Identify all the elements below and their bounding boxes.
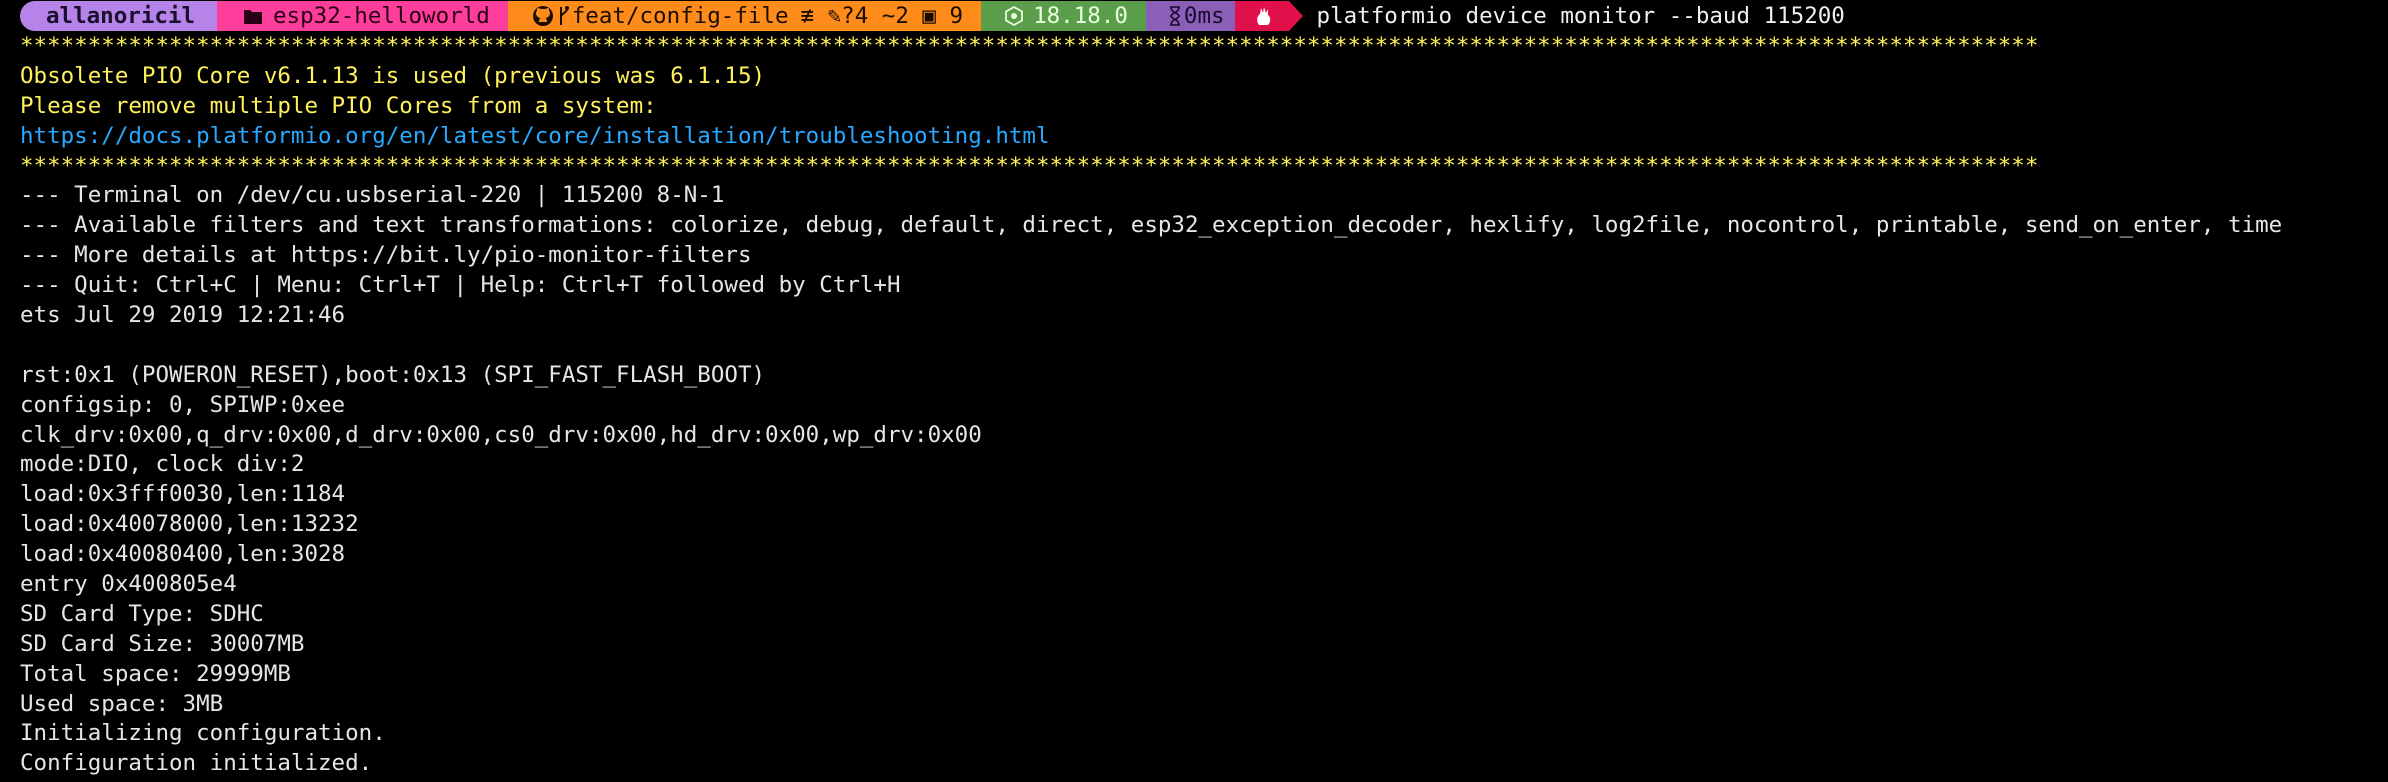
boot-log-line: load:0x40078000,len:13232 [20, 511, 359, 538]
github-icon [532, 5, 554, 27]
monitor-info-line: --- Terminal on /dev/cu.usbserial-220 | … [20, 182, 725, 209]
prompt-git-status: ≢ ✎?4 ~2 ▣ 9 [800, 3, 964, 29]
hourglass-icon [1168, 6, 1182, 26]
boot-log-line: configsip: 0, SPIWP:0xee [20, 391, 346, 418]
shell-prompt: allanoricil esp32-helloworld feat/config… [0, 0, 2388, 32]
troubleshooting-link[interactable]: https://docs.platformio.org/en/latest/co… [20, 122, 2388, 152]
app-log-line: Initializing configuration. [20, 720, 386, 747]
boot-log-line: load:0x40080400,len:3028 [20, 541, 346, 568]
boot-log-line: clk_drv:0x00,q_drv:0x00,d_drv:0x00,cs0_d… [20, 421, 982, 448]
prompt-shell-segment [1234, 1, 1289, 31]
shell-icon [1255, 6, 1273, 26]
prompt-git-segment: feat/config-file ≢ ✎?4 ~2 ▣ 9 [507, 1, 982, 31]
folder-icon [243, 7, 263, 25]
terminal-window[interactable]: allanoricil esp32-helloworld feat/config… [0, 0, 2388, 782]
app-log-line: SD Card Type: SDHC [20, 600, 264, 627]
boot-log-line: load:0x3fff0030,len:1184 [20, 481, 346, 508]
prompt-directory: esp32-helloworld [273, 3, 490, 29]
nodejs-icon [1005, 6, 1023, 26]
prompt-user: allanoricil [46, 3, 196, 29]
branch-icon [558, 5, 570, 27]
boot-log-line: ets Jul 29 2019 12:21:46 [20, 302, 346, 329]
monitor-info-line: --- Quit: Ctrl+C | Menu: Ctrl+T | Help: … [20, 272, 901, 299]
segment-separator [1288, 1, 1303, 31]
separator-stars: ****************************************… [20, 152, 2039, 179]
prompt-command: platformio device monitor --baud 115200 [1316, 3, 1845, 29]
boot-log-line: entry 0x400805e4 [20, 571, 237, 598]
boot-log-line: rst:0x1 (POWERON_RESET),boot:0x13 (SPI_F… [20, 361, 766, 388]
prompt-exectime-segment: 0ms [1145, 1, 1235, 31]
prompt-git-branch: feat/config-file [571, 3, 789, 29]
app-log-line: Configuration initialized. [20, 750, 373, 777]
prompt-node-segment: 18.18.0 [981, 1, 1146, 31]
monitor-info-line: --- Available filters and text transform… [20, 212, 2283, 239]
app-log-line: Used space: 3MB [20, 690, 224, 717]
separator-stars: ****************************************… [20, 33, 2039, 59]
warning-line: Obsolete PIO Core v6.1.13 is used (previ… [20, 62, 766, 89]
app-log-line: SD Card Size: 30007MB [20, 630, 305, 657]
boot-log-line: mode:DIO, clock div:2 [20, 451, 305, 478]
app-log-line: Total space: 29999MB [20, 660, 291, 687]
prompt-node-version: 18.18.0 [1033, 3, 1128, 29]
monitor-info-line: --- More details at https://bit.ly/pio-m… [20, 242, 752, 269]
terminal-output: ****************************************… [20, 32, 2388, 779]
prompt-user-segment: allanoricil [20, 1, 218, 31]
prompt-exec-time: 0ms [1183, 3, 1225, 29]
warning-line: Please remove multiple PIO Cores from a … [20, 92, 657, 119]
prompt-path-segment: esp32-helloworld [217, 1, 508, 31]
